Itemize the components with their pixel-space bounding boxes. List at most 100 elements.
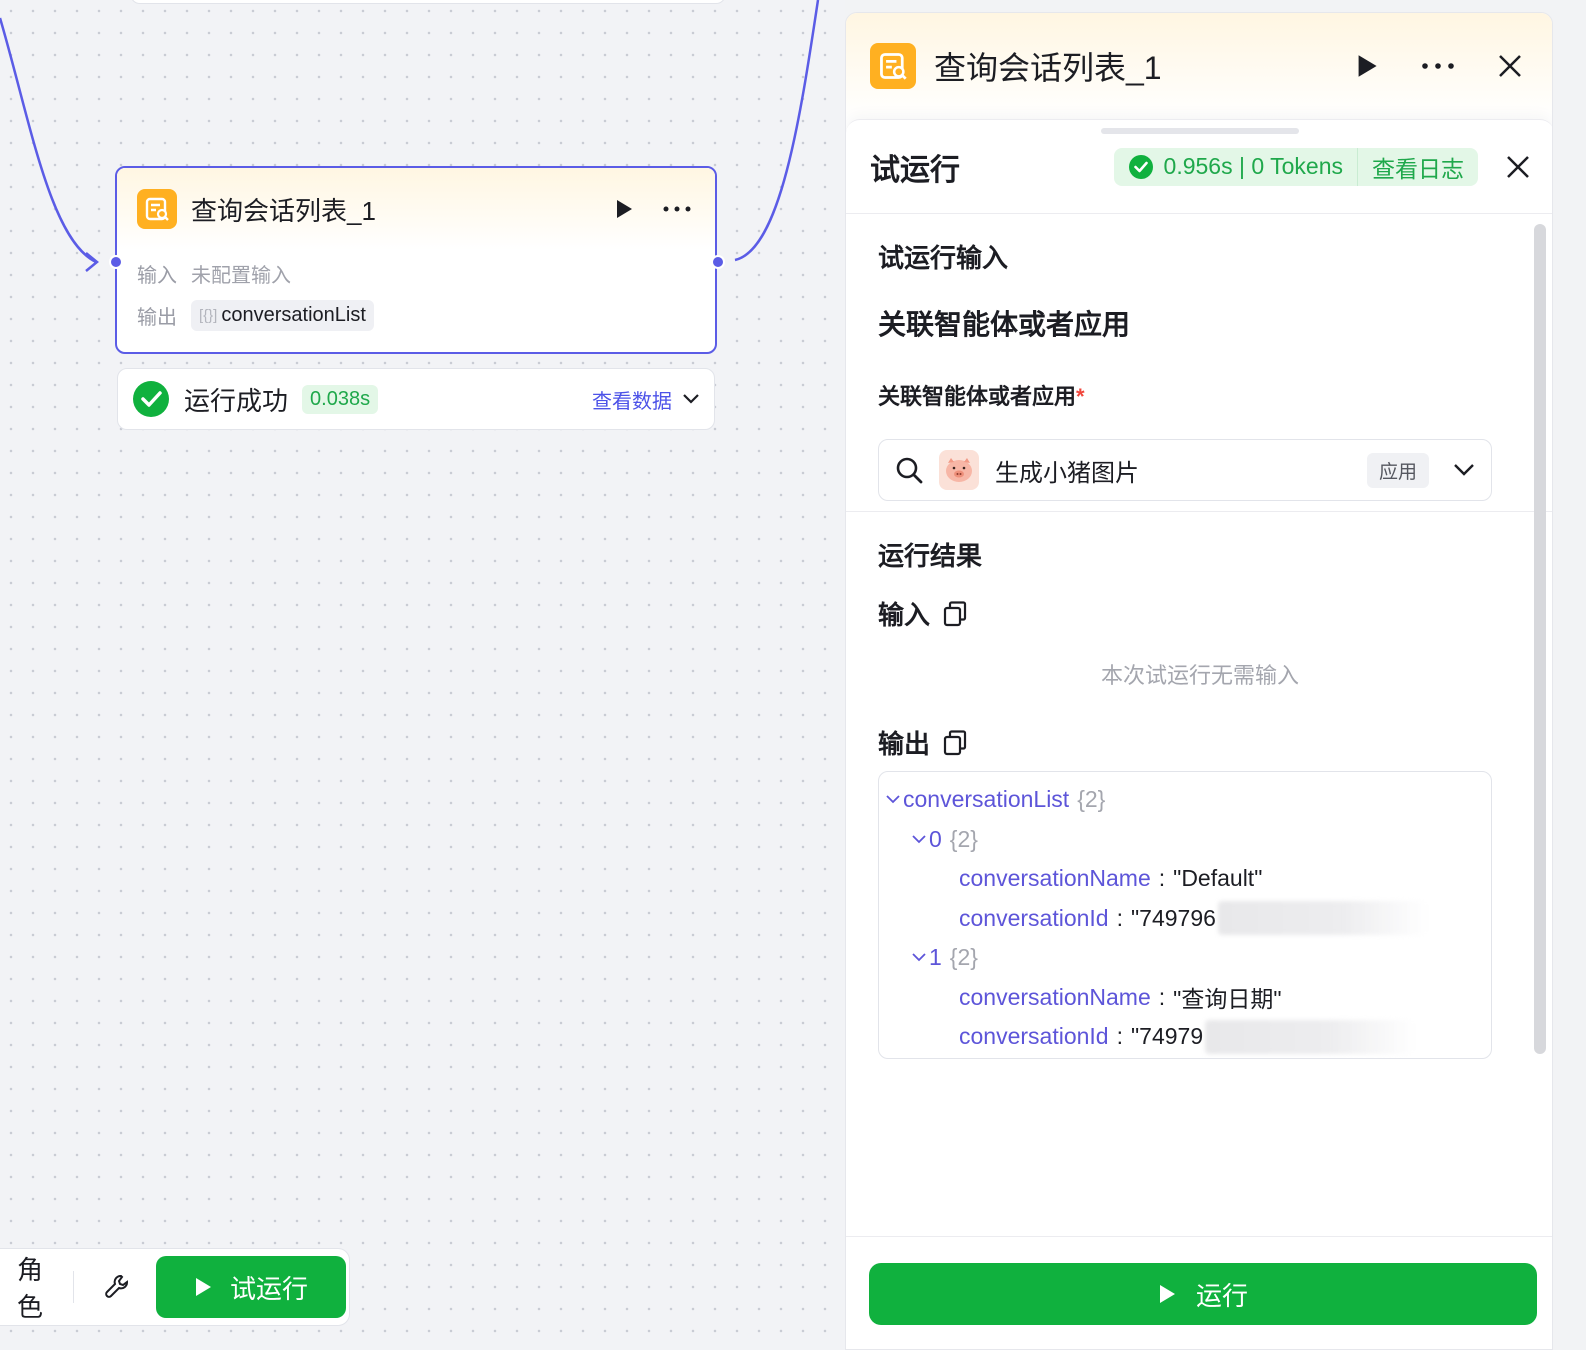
no-input-hint: 本次试运行无需输入 xyxy=(1100,663,1299,688)
view-data-button[interactable]: 查看数据 xyxy=(592,385,700,414)
node-input-row: 输入 未配置输入 xyxy=(117,252,715,294)
trial-run-sheet: 试运行 0.956s | 0 Tokens 查看日志 试运行输入 关联智能体或者… xyxy=(846,119,1552,1349)
json-item-line[interactable]: 1 {2} xyxy=(879,938,1491,978)
close-icon[interactable] xyxy=(1506,155,1530,179)
json-key: conversationId xyxy=(959,904,1109,931)
incoming-edge xyxy=(0,17,97,264)
result-input-label: 输入 xyxy=(878,600,931,630)
query-conversation-node[interactable]: 查询会话列表_1 输入 未配置输入 输出 [{}] conversationLi… xyxy=(115,166,717,354)
execution-stats: 0.956s | 0 Tokens xyxy=(1114,153,1357,180)
json-count: {2} xyxy=(1077,786,1106,813)
run-time-badge: 0.038s xyxy=(302,384,379,414)
json-field-line: conversationName : "查询日期" xyxy=(879,978,1491,1018)
query-conversation-icon xyxy=(137,189,177,229)
toolbar-divider xyxy=(73,1271,74,1303)
json-key: 0 xyxy=(929,825,942,852)
array-object-icon: [{}] xyxy=(199,306,218,324)
output-variable-name: conversationList xyxy=(221,303,366,326)
required-mark: * xyxy=(1076,384,1085,409)
chevron-down-icon[interactable] xyxy=(909,835,929,844)
more-icon[interactable] xyxy=(663,206,691,212)
node-title: 查询会话列表_1 xyxy=(191,195,376,226)
input-port[interactable] xyxy=(109,255,123,269)
json-value: "Default" xyxy=(1173,865,1263,892)
chevron-down-icon xyxy=(683,394,699,404)
sheet-scroll-area[interactable]: 试运行输入 关联智能体或者应用 关联智能体或者应用* 生成小猪图片 应用 运行结… xyxy=(846,214,1552,1234)
play-icon[interactable] xyxy=(615,199,633,219)
json-field-line: conversationId : "74979 xyxy=(879,1017,1491,1057)
play-icon xyxy=(195,1278,211,1296)
run-button-label: 运行 xyxy=(1195,1280,1248,1311)
query-conversation-icon xyxy=(870,43,916,89)
linked-app-subtitle: 关联智能体或者应用 xyxy=(878,309,1131,340)
json-root-line[interactable]: conversationList {2} xyxy=(879,780,1491,820)
view-data-label: 查看数据 xyxy=(592,390,672,413)
trial-run-button[interactable]: 试运行 xyxy=(156,1256,346,1318)
app-type-tag: 应用 xyxy=(1366,452,1429,488)
json-colon: : xyxy=(1158,865,1166,892)
panel-header: 查询会话列表_1 xyxy=(846,13,1552,119)
view-log-link[interactable]: 查看日志 xyxy=(1358,150,1478,184)
sheet-title: 试运行 xyxy=(870,153,960,187)
redacted-blur xyxy=(1217,901,1428,936)
sheet-footer: 运行 xyxy=(846,1236,1552,1349)
selected-app-name: 生成小猪图片 xyxy=(995,459,1139,487)
scrollbar[interactable] xyxy=(1534,224,1546,1054)
json-item-line[interactable]: 0 {2} xyxy=(879,820,1491,860)
linked-app-field-label: 关联智能体或者应用* xyxy=(878,379,1522,411)
node-header: 查询会话列表_1 xyxy=(117,168,715,250)
json-key: conversationList xyxy=(903,786,1070,813)
run-result-section: 运行结果 输入 本次试运行无需输入 输出 conversationList {2… xyxy=(846,512,1552,1059)
json-count: {2} xyxy=(949,944,978,971)
more-icon[interactable] xyxy=(1422,63,1454,69)
node-input-value: 未配置输入 xyxy=(191,264,291,287)
incoming-arrow xyxy=(85,252,99,272)
json-count: {2} xyxy=(949,825,978,852)
chevron-down-icon xyxy=(1454,464,1474,476)
json-value: "74979 xyxy=(1130,1023,1204,1050)
workflow-canvas[interactable]: 查询会话列表_1 输入 未配置输入 输出 [{}] conversationLi… xyxy=(0,0,845,1350)
chevron-down-icon[interactable] xyxy=(909,953,929,962)
redacted-blur xyxy=(1205,1019,1416,1054)
trial-run-label: 试运行 xyxy=(229,1273,308,1304)
copy-icon[interactable] xyxy=(942,729,968,757)
close-icon[interactable] xyxy=(1498,54,1522,78)
json-field-line: conversationName : "Default" xyxy=(879,859,1491,899)
node-detail-panel: 查询会话列表_1 试运行 0.956s | 0 Tokens 查看日志 试运行输… xyxy=(845,12,1553,1350)
output-port[interactable] xyxy=(711,255,725,269)
play-icon xyxy=(1159,1285,1175,1303)
json-key: conversationId xyxy=(959,1023,1109,1050)
json-value: "查询日期" xyxy=(1173,986,1282,1013)
result-input-header: 输入 xyxy=(878,595,1522,632)
execution-summary-badge: 0.956s | 0 Tokens 查看日志 xyxy=(1113,147,1478,186)
role-button[interactable]: 角色 xyxy=(0,1250,43,1324)
play-icon[interactable] xyxy=(1356,54,1378,78)
success-check-icon xyxy=(133,381,169,417)
node-input-label: 输入 xyxy=(137,264,177,287)
json-field-line: conversationId : "749796 xyxy=(879,899,1491,939)
copy-icon[interactable] xyxy=(942,600,968,628)
success-check-icon xyxy=(1128,154,1153,179)
json-key: 1 xyxy=(929,944,942,971)
run-button[interactable]: 运行 xyxy=(869,1263,1537,1325)
drag-handle[interactable] xyxy=(1101,128,1299,134)
panel-title: 查询会话列表_1 xyxy=(934,50,1162,86)
result-output-label: 输出 xyxy=(878,729,931,759)
wrench-icon[interactable] xyxy=(104,1273,132,1301)
bottom-toolbar: 角色 试运行 xyxy=(0,1248,350,1326)
output-variable-tag: [{}] conversationList xyxy=(191,299,374,331)
outgoing-edge xyxy=(734,0,820,262)
run-status-bar: 运行成功 0.038s 查看数据 xyxy=(117,368,715,430)
json-value: "749796 xyxy=(1130,904,1216,931)
json-key: conversationName xyxy=(959,865,1151,892)
node-output-row: 输出 [{}] conversationList xyxy=(117,294,715,336)
panel-actions xyxy=(1356,54,1522,78)
field-label-text: 关联智能体或者应用 xyxy=(878,384,1077,409)
run-status-text: 运行成功 xyxy=(184,385,289,416)
json-colon: : xyxy=(1158,983,1166,1010)
run-result-title: 运行结果 xyxy=(878,541,983,571)
json-colon: : xyxy=(1116,1023,1123,1050)
chevron-down-icon[interactable] xyxy=(883,795,903,804)
linked-app-select[interactable]: 生成小猪图片 应用 xyxy=(878,439,1492,501)
json-colon: : xyxy=(1116,904,1123,931)
